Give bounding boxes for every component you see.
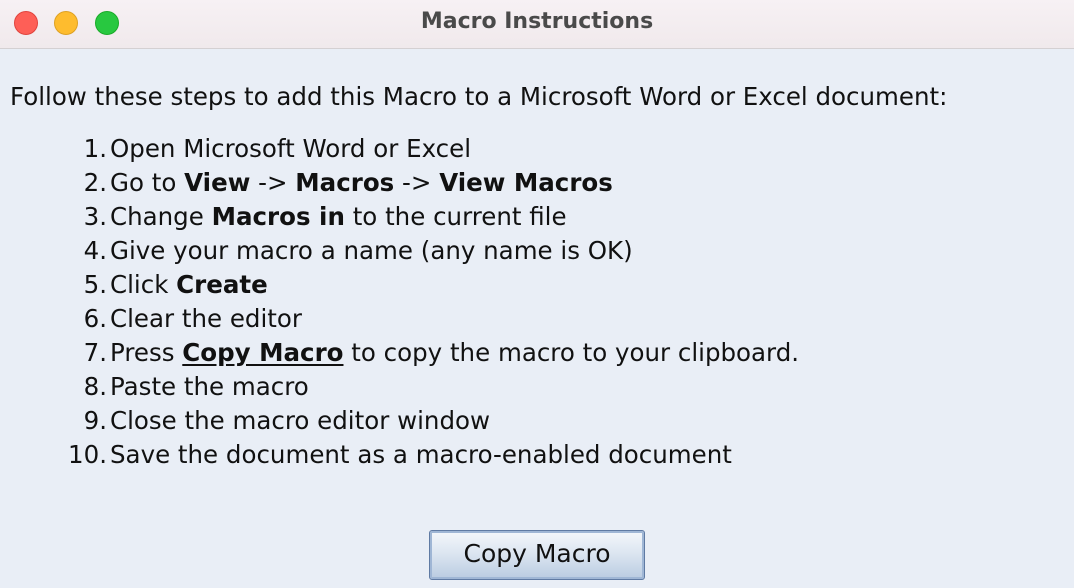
step-text-segment: Open Microsoft Word or Excel bbox=[110, 134, 472, 163]
step-text: Change Macros in to the current file bbox=[110, 200, 567, 234]
step-emphasis: Macros in bbox=[211, 202, 345, 231]
step-number: 8. bbox=[83, 372, 107, 401]
step-emphasis: Copy Macro bbox=[182, 338, 344, 367]
step-number: 9. bbox=[83, 406, 107, 435]
step-number: 4. bbox=[83, 236, 107, 265]
title-bar[interactable]: Macro Instructions bbox=[0, 0, 1074, 49]
instruction-steps-list: 1. Open Microsoft Word or Excel 2. Go to Vi… bbox=[50, 132, 799, 472]
step-emphasis: Macros bbox=[295, 168, 395, 197]
step-text: Paste the macro bbox=[110, 370, 309, 404]
step-text-segment: Save the document as a macro-enabled doc… bbox=[110, 440, 732, 469]
copy-macro-button[interactable]: Copy Macro bbox=[429, 530, 645, 580]
step-text-segment: -> bbox=[394, 168, 440, 197]
step-item: 9. Close the macro editor window bbox=[50, 404, 799, 438]
step-text: Open Microsoft Word or Excel bbox=[110, 132, 471, 166]
step-text-segment: Press bbox=[110, 338, 183, 367]
window-title: Macro Instructions bbox=[420, 9, 654, 34]
step-text-segment: Paste the macro bbox=[110, 372, 309, 401]
step-item: 2. Go to View -> Macros -> View Macros bbox=[50, 166, 799, 200]
step-item: 10. Save the document as a macro-enabled … bbox=[50, 438, 799, 472]
step-text-segment: Give your macro a name (any name is OK) bbox=[110, 236, 633, 265]
step-number: 1. bbox=[83, 134, 107, 163]
step-number: 10. bbox=[68, 440, 107, 469]
step-text: Clear the editor bbox=[110, 302, 302, 336]
step-item: 1. Open Microsoft Word or Excel bbox=[50, 132, 799, 166]
step-text: Give your macro a name (any name is OK) bbox=[110, 234, 633, 268]
step-text-segment: Change bbox=[110, 202, 212, 231]
step-text: Save the document as a macro-enabled doc… bbox=[110, 438, 732, 472]
step-item: 7. Press Copy Macro to copy the macro to … bbox=[50, 336, 799, 370]
step-text-segment: to the current file bbox=[344, 202, 567, 231]
step-item: 4. Give your macro a name (any name is OK… bbox=[50, 234, 799, 268]
step-text-segment: Click bbox=[110, 270, 177, 299]
step-emphasis: View Macros bbox=[439, 168, 613, 197]
step-number: 2. bbox=[83, 168, 107, 197]
step-text: Close the macro editor window bbox=[110, 404, 490, 438]
step-number: 3. bbox=[83, 202, 107, 231]
step-emphasis: View bbox=[184, 168, 251, 197]
step-item: 8. Paste the macro bbox=[50, 370, 799, 404]
step-text: Go to View -> Macros -> View Macros bbox=[110, 166, 613, 200]
step-text-segment: to copy the macro to your clipboard. bbox=[343, 338, 800, 367]
step-text-segment: Clear the editor bbox=[110, 304, 302, 333]
step-item: 6. Clear the editor bbox=[50, 302, 799, 336]
step-emphasis: Create bbox=[176, 270, 268, 299]
macro-instructions-window: Macro Instructions Follow these steps to… bbox=[0, 0, 1074, 588]
step-text-segment: -> bbox=[250, 168, 296, 197]
step-text: Click Create bbox=[110, 268, 268, 302]
step-number: 7. bbox=[83, 338, 107, 367]
step-text: Press Copy Macro to copy the macro to yo… bbox=[110, 336, 799, 370]
step-number: 6. bbox=[83, 304, 107, 333]
step-text-segment: Close the macro editor window bbox=[110, 406, 491, 435]
step-number: 5. bbox=[83, 270, 107, 299]
instructions-intro: Follow these steps to add this Macro to … bbox=[10, 82, 948, 111]
step-item: 3. Change Macros in to the current file bbox=[50, 200, 799, 234]
step-item: 5. Click Create bbox=[50, 268, 799, 302]
step-text-segment: Go to bbox=[110, 168, 185, 197]
